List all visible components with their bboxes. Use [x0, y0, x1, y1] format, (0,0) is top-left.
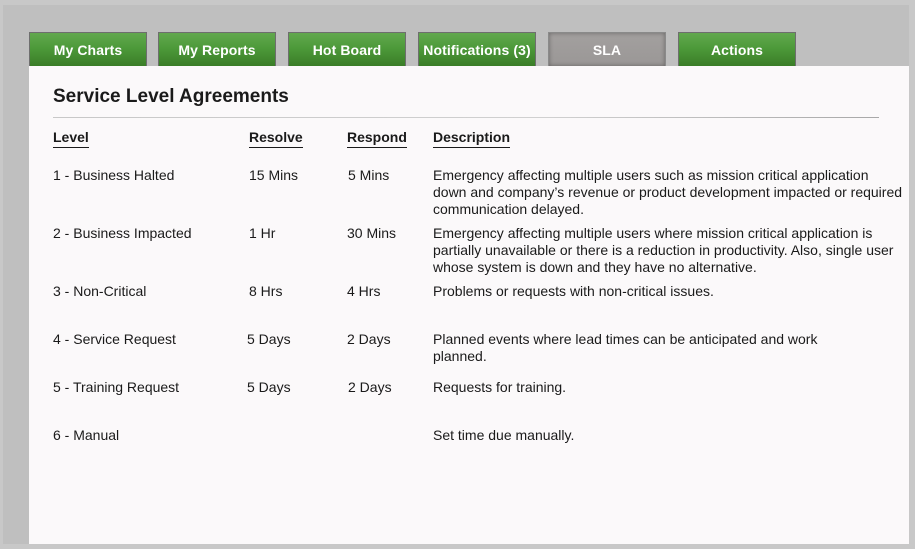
cell-description: Requests for training. — [433, 379, 567, 395]
cell-respond: 2 Days — [348, 379, 392, 395]
cell-resolve: 15 Mins — [249, 167, 299, 183]
cell-level: 3 - Non-Critical — [53, 283, 147, 299]
cell-level: 2 - Business Impacted — [53, 225, 192, 241]
cell-respond: 5 Mins — [348, 167, 390, 183]
cell-respond: 2 Days — [347, 331, 391, 347]
header-resolve: Resolve — [249, 129, 303, 148]
title-divider — [53, 117, 879, 118]
cell-resolve: 8 Hrs — [249, 283, 283, 299]
tab-sla[interactable]: SLA — [548, 32, 666, 66]
header-level: Level — [53, 129, 89, 148]
header-description: Description — [433, 129, 511, 148]
tab-my-charts[interactable]: My Charts — [29, 32, 147, 66]
cell-resolve: 5 Days — [247, 379, 291, 395]
tab-hot-board[interactable]: Hot Board — [288, 32, 406, 66]
cell-description: Planned events where lead times can be a… — [433, 331, 818, 364]
cell-description: Emergency affecting multiple users where… — [433, 225, 894, 275]
app-frame: My Charts My Reports Hot Board Notificat… — [3, 5, 909, 544]
cell-resolve: 5 Days — [247, 331, 291, 347]
cell-level: 5 - Training Request — [53, 379, 180, 395]
cell-respond: 30 Mins — [347, 225, 397, 241]
cell-resolve: 1 Hr — [249, 225, 276, 241]
cell-respond: 4 Hrs — [347, 283, 381, 299]
header-respond: Respond — [347, 129, 407, 148]
tab-my-reports[interactable]: My Reports — [158, 32, 276, 66]
page-title: Service Level Agreements — [53, 86, 289, 107]
cell-description: Emergency affecting multiple users such … — [433, 167, 903, 217]
sla-panel: Service Level Agreements Level Resolve R… — [29, 66, 909, 544]
cell-description: Set time due manually. — [433, 427, 575, 443]
tab-notifications[interactable]: Notifications (3) — [418, 32, 536, 66]
cell-description: Problems or requests with non-critical i… — [433, 283, 714, 299]
cell-level: 1 - Business Halted — [53, 167, 175, 183]
tab-actions[interactable]: Actions — [678, 32, 796, 66]
cell-level: 6 - Manual — [53, 427, 120, 443]
cell-level: 4 - Service Request — [53, 331, 176, 347]
